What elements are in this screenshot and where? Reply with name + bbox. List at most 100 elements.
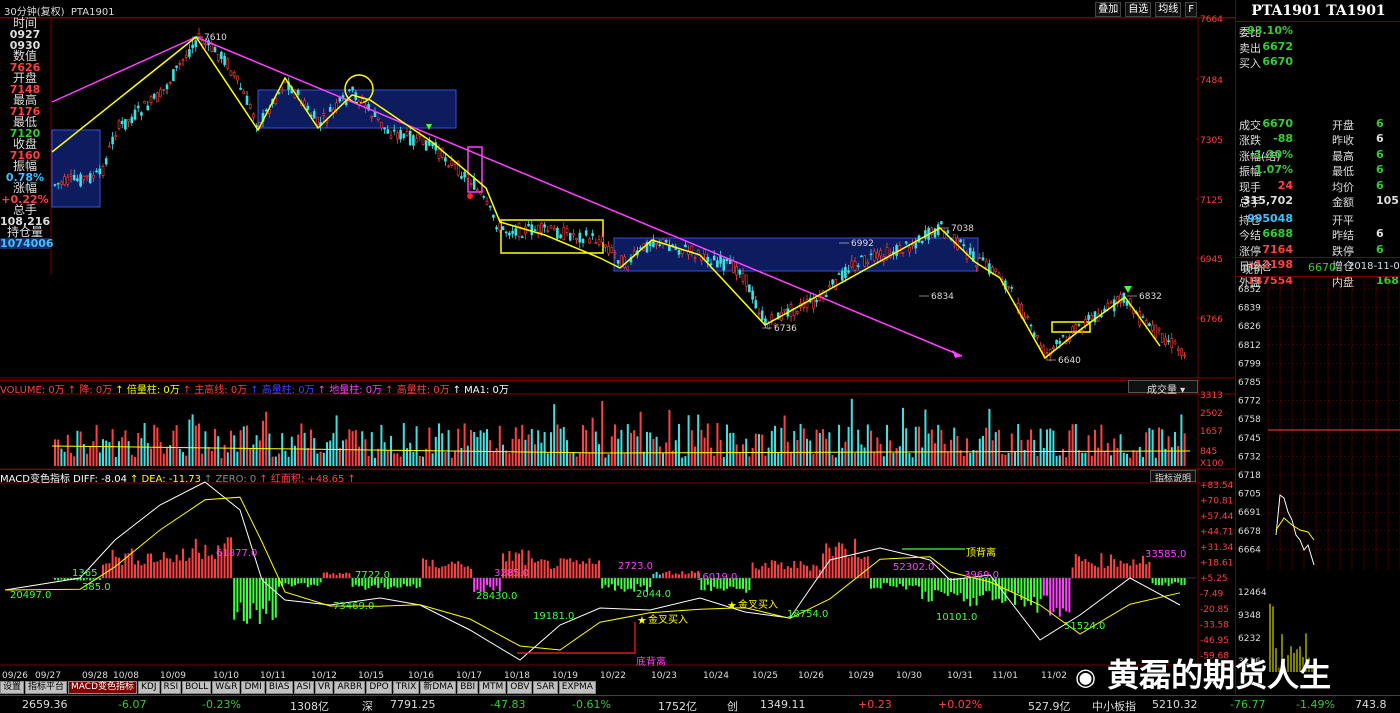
macd-bar — [556, 565, 559, 578]
indicator-tab[interactable]: BOLL — [182, 681, 212, 694]
macd-bar — [815, 565, 818, 578]
volume-bar — [834, 457, 837, 466]
macd-label: 19181.0 — [533, 611, 574, 622]
macd-bar — [847, 557, 850, 578]
volume-bar — [950, 439, 952, 466]
macd-bar — [399, 578, 402, 588]
volume-bar — [790, 451, 792, 466]
macd-bar — [342, 573, 344, 578]
macd-bar — [918, 578, 920, 587]
macd-axis-label: +83.54 — [1200, 481, 1234, 491]
volume-bar — [882, 456, 885, 466]
indicator-tab[interactable]: 指标平台 — [25, 681, 68, 694]
indicator-tab[interactable]: RSI — [160, 681, 182, 694]
tick-axis-label: 6758 — [1238, 415, 1261, 425]
indicator-tab[interactable]: 设置 — [0, 681, 25, 694]
candle-body — [328, 107, 332, 112]
macd-bar — [454, 563, 456, 578]
macd-bar — [812, 564, 815, 578]
candle-body — [1058, 340, 1062, 344]
candle-body — [172, 69, 175, 82]
candle-body — [508, 232, 511, 236]
macd-bar — [838, 542, 840, 578]
divergence-line — [517, 622, 636, 654]
volume-bar — [242, 426, 245, 466]
indicator-tab[interactable]: DMI — [241, 681, 265, 694]
macd-bar — [780, 562, 783, 578]
macd-label: 73469.0 — [333, 601, 374, 612]
kline-chart[interactable]: 7664 7484 7305 7125 6945 6766 3313 2502 1657 845 X… — [0, 0, 1235, 681]
candle-body — [127, 119, 130, 122]
macd-bar — [956, 578, 959, 596]
volume-bar — [252, 444, 255, 466]
indicator-tab[interactable]: BBI — [457, 681, 479, 694]
volume-bar — [985, 427, 988, 466]
volume-bar — [761, 434, 764, 466]
candle-body — [306, 105, 310, 111]
volume-bar — [998, 429, 1000, 466]
volume-bar — [505, 450, 508, 466]
volume-bar — [1084, 452, 1087, 466]
volume-selector[interactable]: 成交量 ▾ — [1128, 380, 1198, 396]
volume-bar — [543, 431, 546, 466]
volume-bar — [854, 452, 856, 466]
candle-body — [376, 117, 380, 120]
candle-body — [664, 239, 668, 243]
volume-bar — [233, 435, 236, 466]
candle-body — [424, 140, 428, 151]
volume-bar — [255, 435, 258, 466]
macd-bar — [854, 538, 856, 578]
indicator-tab[interactable]: KDJ — [138, 681, 160, 694]
macd-bar — [1026, 578, 1029, 602]
volume-bar — [322, 452, 325, 466]
indicator-tab[interactable]: W&R — [212, 681, 241, 694]
tick-chart[interactable]: 6852 6839 6826 6812 6799 6785 6772 6758 6745 6732… — [1236, 280, 1400, 695]
indicator-tab[interactable]: EXPMA — [558, 681, 596, 694]
indicator-tab[interactable]: OBV — [507, 681, 533, 694]
volume-bar — [495, 448, 498, 466]
indicator-tab[interactable]: MACD变色指标 — [68, 681, 138, 694]
volume-bar — [108, 442, 111, 466]
indicator-tab[interactable]: BIAS — [265, 681, 293, 694]
macd-bar — [1042, 578, 1045, 596]
volume-bar — [668, 409, 671, 466]
indicator-tab[interactable]: TRIX — [392, 681, 420, 694]
macd-bar — [902, 578, 904, 587]
indicator-tab[interactable]: DPO — [366, 681, 392, 694]
tick-volume-axis-label: 12464 — [1238, 588, 1267, 598]
candle-body — [92, 174, 95, 179]
tick-price-label: 现价 — [1242, 263, 1264, 276]
tick-axis-label: 6678 — [1238, 527, 1261, 537]
quote-key: 昨结 — [1332, 229, 1354, 242]
candle-body — [844, 267, 847, 278]
candle-body — [1157, 327, 1161, 331]
candle-body — [120, 120, 124, 124]
indicator-help-button[interactable]: 指标说明 — [1150, 470, 1196, 484]
status-value: -1.49% — [1296, 698, 1335, 711]
macd-bar — [303, 578, 306, 584]
indicator-value: ↑ 地量柱: 0万 — [317, 385, 383, 396]
macd-bar — [1119, 560, 1122, 578]
macd-bar — [246, 578, 248, 624]
macd-bar — [678, 574, 680, 578]
indicator-tab[interactable]: ASI — [293, 681, 315, 694]
volume-bar — [818, 432, 821, 466]
indicator-tab[interactable]: ARBR — [334, 681, 366, 694]
volume-bar — [1145, 432, 1148, 466]
volume-bar — [492, 451, 495, 466]
volume-bar — [127, 441, 130, 466]
quote-key: 卖出 — [1239, 41, 1261, 55]
indicator-tab[interactable]: 新DMA — [420, 681, 457, 694]
indicator-tab[interactable]: SAR — [533, 681, 558, 694]
candle-body — [1055, 339, 1058, 345]
macd-bar — [140, 565, 143, 578]
macd-bar — [601, 578, 604, 589]
candle-body — [837, 273, 841, 275]
indicator-tab[interactable]: VR — [315, 681, 334, 694]
volume-bar — [812, 454, 815, 466]
quote-row: 现手 24 均价 6 — [1236, 179, 1400, 194]
volume-bar — [1052, 430, 1055, 466]
volume-bar — [930, 429, 933, 466]
indicator-tab[interactable]: MTM — [479, 681, 507, 694]
candle-body — [408, 130, 412, 146]
